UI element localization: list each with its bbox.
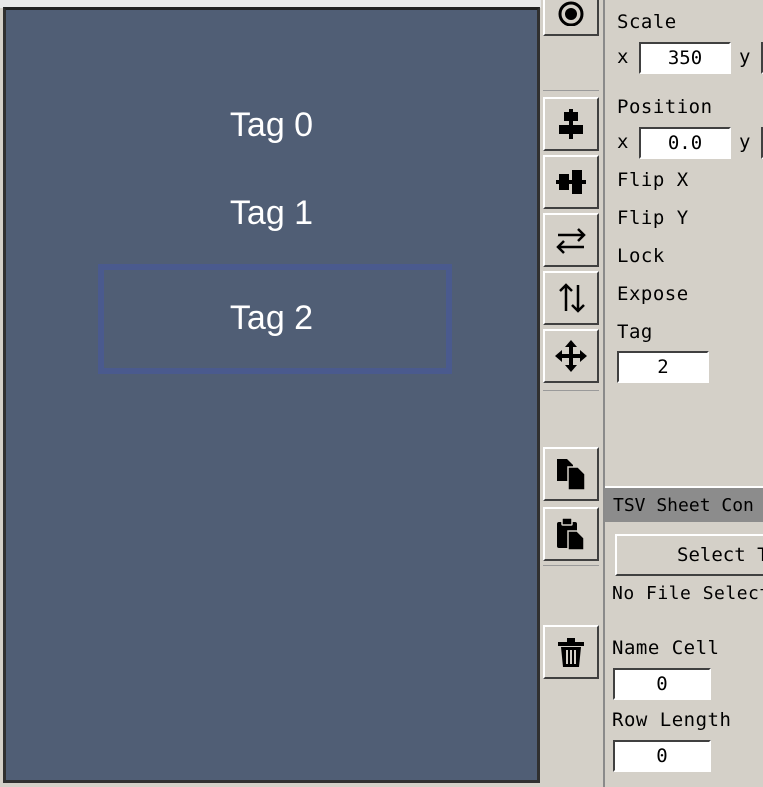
toolbar-separator (543, 390, 599, 391)
copy-icon (557, 459, 586, 491)
scale-x-label: x (617, 46, 629, 68)
expose-toggle[interactable]: Expose (617, 283, 689, 305)
name-cell-label: Name Cell (612, 637, 720, 659)
row-length-input[interactable]: 0 (613, 740, 711, 772)
scale-y-label: y (739, 46, 751, 68)
flip-y-toggle[interactable]: Flip Y (617, 207, 689, 229)
tag-item-0[interactable]: Tag 0 (6, 106, 537, 145)
align-horizontal-button[interactable] (543, 155, 599, 209)
flip-vertical-icon (559, 283, 585, 313)
flip-vertical-button[interactable] (543, 271, 599, 325)
copy-button[interactable] (543, 447, 599, 501)
align-vertical-icon (559, 109, 583, 139)
move-icon (555, 340, 587, 372)
properties-panel: Scale x 350 y Position x 0.0 y Flip X Fl… (603, 0, 763, 787)
select-file-button[interactable]: Select T (615, 534, 763, 576)
paste-button[interactable] (543, 507, 599, 561)
position-x-label: x (617, 131, 629, 153)
paste-icon (557, 517, 585, 551)
flip-horizontal-icon (556, 228, 586, 254)
tag-item-1[interactable]: Tag 1 (6, 194, 537, 233)
flip-x-toggle[interactable]: Flip X (617, 169, 689, 191)
flip-horizontal-button[interactable] (543, 213, 599, 267)
tsv-sheet-header[interactable]: TSV Sheet Con (605, 486, 763, 522)
scale-x-input[interactable]: 350 (639, 42, 731, 74)
align-horizontal-icon (556, 170, 586, 194)
move-button[interactable] (543, 329, 599, 383)
delete-button[interactable] (543, 625, 599, 679)
name-cell-input[interactable]: 0 (613, 668, 711, 700)
tag-label: Tag (617, 321, 653, 343)
position-x-input[interactable]: 0.0 (639, 127, 731, 159)
tag-input[interactable]: 2 (617, 351, 709, 383)
toolbar-separator (543, 565, 599, 566)
toolbar (541, 0, 603, 787)
record-icon (558, 1, 584, 26)
record-button[interactable] (543, 0, 599, 36)
position-label: Position (617, 96, 713, 118)
position-y-label: y (739, 131, 751, 153)
canvas[interactable]: Tag 0 Tag 1 Tag 2 (3, 7, 540, 783)
row-length-label: Row Length (612, 709, 732, 731)
scale-label: Scale (617, 11, 677, 33)
tag-item-2[interactable]: Tag 2 (6, 299, 537, 338)
delete-icon (558, 638, 584, 667)
file-status: No File Selecte (612, 583, 763, 604)
align-vertical-button[interactable] (543, 97, 599, 151)
lock-toggle[interactable]: Lock (617, 245, 665, 267)
toolbar-separator (543, 90, 599, 91)
